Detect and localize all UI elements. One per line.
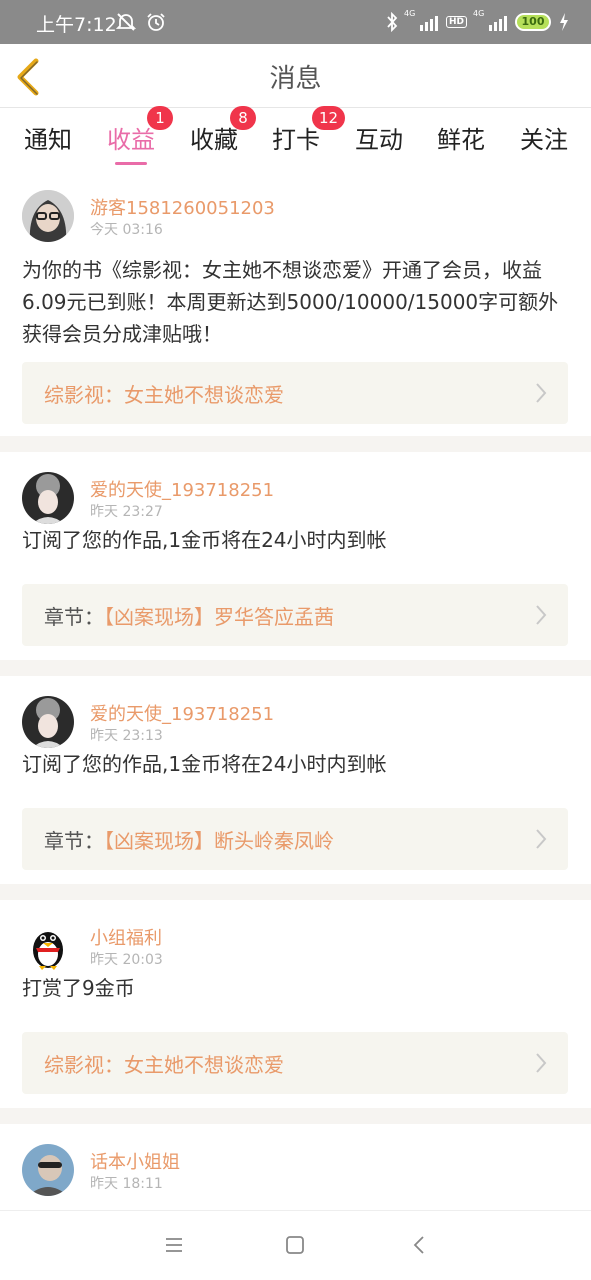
alarm-icon: [147, 13, 165, 31]
book-title: 综影视：女主她不想谈恋爱: [44, 383, 284, 407]
username[interactable]: 爱的天使_193718251: [90, 700, 274, 726]
message-time: 昨天 18:11: [90, 1176, 163, 1192]
tab-earnings[interactable]: 收益 1: [107, 106, 173, 165]
username[interactable]: 游客1581260051203: [90, 194, 275, 220]
message-text: 订阅了您的作品,1金币将在24小时内到帐: [22, 752, 387, 776]
tab-bar: 通知 收益 1 收藏 8 打卡 12 互动 鲜花 关注: [0, 106, 591, 170]
chevron-right-icon: [536, 829, 547, 849]
charging-icon: [560, 13, 568, 31]
avatar[interactable]: [22, 1144, 74, 1196]
header: 消息: [0, 44, 591, 108]
avatar-photo-icon: [22, 472, 74, 524]
message-list: 游客1581260051203 今天 03:16 为你的书《综影视：女主她不想谈…: [0, 170, 591, 1224]
avatar[interactable]: [22, 696, 74, 748]
tab-flowers[interactable]: 鲜花: [437, 120, 485, 155]
username[interactable]: 话本小姐姐: [90, 1148, 180, 1174]
tab-follow[interactable]: 关注: [520, 120, 568, 155]
menu-icon[interactable]: [162, 1233, 186, 1257]
page-title: 消息: [269, 64, 322, 94]
chevron-right-icon: [536, 383, 547, 403]
book-card[interactable]: 综影视：女主她不想谈恋爱: [22, 362, 568, 424]
bluetooth-icon: [387, 12, 398, 32]
avatar[interactable]: [22, 920, 74, 972]
message-time: 昨天 20:03: [90, 952, 163, 968]
divider: [0, 1108, 591, 1124]
username[interactable]: 爱的天使_193718251: [90, 476, 274, 502]
chevron-right-icon: [536, 1053, 547, 1073]
message-time: 今天 03:16: [90, 222, 163, 238]
badge-count: 1: [147, 106, 173, 130]
book-card[interactable]: 综影视：女主她不想谈恋爱: [22, 1032, 568, 1094]
signal-4g-icon: 4G: [404, 9, 438, 31]
hd-icon: HD: [445, 16, 467, 28]
system-nav-bar: [0, 1210, 591, 1280]
signal-4g-icon: 4G: [473, 9, 507, 31]
penguin-icon: [33, 932, 63, 970]
avatar-photo-icon: [22, 1144, 74, 1196]
message-item: 爱的天使_193718251 昨天 23:27 订阅了您的作品,1金币将在24小…: [0, 452, 591, 660]
message-item: 小组福利 昨天 20:03 打赏了9金币 综影视：女主她不想谈恋爱: [0, 900, 591, 1108]
chapter-card[interactable]: 章节：【凶案现场】断头岭秦凤岭: [22, 808, 568, 870]
message-text: 打赏了9金币: [22, 976, 135, 1000]
status-time: 上午7:12: [36, 14, 117, 36]
message-item: 话本小姐姐 昨天 18:11: [0, 1124, 591, 1224]
chapter-title: 【凶案现场】断头岭秦凤岭: [104, 829, 334, 853]
tab-favorites[interactable]: 收藏 8: [190, 106, 256, 155]
avatar-photo-icon: [22, 190, 74, 242]
tab-interaction[interactable]: 互动: [355, 120, 403, 155]
avatar-photo-icon: [22, 696, 74, 748]
chevron-right-icon: [536, 605, 547, 625]
message-time: 昨天 23:27: [90, 504, 163, 520]
book-title: 综影视：女主她不想谈恋爱: [44, 1053, 284, 1077]
message-time: 昨天 23:13: [90, 728, 163, 744]
tab-underline: [115, 162, 147, 165]
message-item: 游客1581260051203 今天 03:16 为你的书《综影视：女主她不想谈…: [0, 170, 591, 436]
mute-icon: [116, 13, 136, 31]
home-square-icon[interactable]: [283, 1233, 307, 1257]
chapter-prefix: 章节：: [44, 829, 104, 853]
divider: [0, 884, 591, 900]
avatar[interactable]: [22, 190, 74, 242]
tab-checkin[interactable]: 打卡 12: [272, 106, 346, 155]
tab-notifications[interactable]: 通知: [24, 120, 72, 155]
status-bar: 上午7:12 4G HD 4G 100: [0, 0, 591, 44]
badge-count: 12: [312, 106, 346, 130]
message-text: 为你的书《综影视：女主她不想谈恋爱》开通了会员，收益6.09元已到账！本周更新达…: [22, 258, 559, 346]
divider: [0, 660, 591, 676]
chapter-title: 【凶案现场】罗华答应孟茜: [104, 605, 334, 629]
back-triangle-icon[interactable]: [408, 1233, 432, 1257]
avatar[interactable]: [22, 472, 74, 524]
badge-count: 8: [230, 106, 256, 130]
battery-icon: 100: [515, 13, 551, 31]
message-item: 爱的天使_193718251 昨天 23:13 订阅了您的作品,1金币将在24小…: [0, 676, 591, 884]
message-text: 订阅了您的作品,1金币将在24小时内到帐: [22, 528, 387, 552]
username[interactable]: 小组福利: [90, 924, 162, 950]
chapter-prefix: 章节：: [44, 605, 104, 629]
chapter-card[interactable]: 章节：【凶案现场】罗华答应孟茜: [22, 584, 568, 646]
divider: [0, 436, 591, 452]
